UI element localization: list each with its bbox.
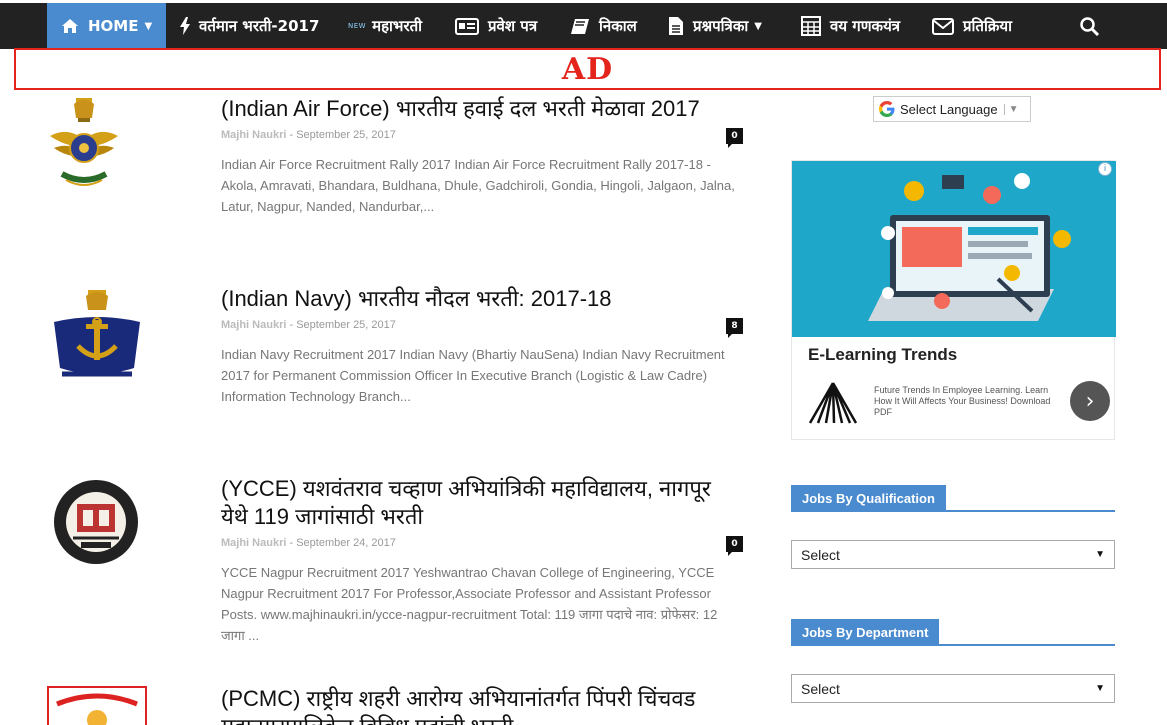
search-icon [1080, 16, 1099, 36]
ad-banner[interactable]: AD [14, 48, 1161, 90]
nav-item-label: प्रवेश पत्र [488, 17, 538, 35]
chevron-down-icon: ▼ [1095, 549, 1105, 560]
brand-logo-icon [808, 381, 858, 429]
document-icon [668, 16, 684, 36]
language-selector[interactable]: Select Language ▼ [873, 96, 1031, 122]
nav-item-question-papers[interactable]: प्रश्नपत्रिका ▼ [668, 3, 762, 49]
top-bar: HOME ▼ वर्तमान भरती-2017 NEW महाभरती प्र… [0, 0, 1167, 50]
nav-home[interactable]: HOME ▼ [47, 3, 166, 49]
elearning-illustration-icon [792, 161, 1116, 337]
college-logo-icon[interactable] [53, 476, 139, 574]
post-meta: Majhi Naukri - September 25, 2017 [221, 319, 396, 331]
envelope-icon [932, 17, 954, 35]
nav-item-label: प्रतिक्रिया [963, 17, 1012, 35]
google-g-icon [874, 101, 900, 117]
id-card-icon [455, 17, 479, 35]
post-date: September 25, 2017 [296, 319, 396, 331]
post-author[interactable]: Majhi Naukri [221, 537, 286, 549]
nav-item-label: महाभरती [372, 17, 423, 35]
post-title[interactable]: (YCCE) यशवंतराव चव्हाण अभियांत्रिकी महाव… [221, 475, 741, 531]
post-title[interactable]: (Indian Air Force) भारतीय हवाई दल भरती म… [221, 95, 741, 123]
home-icon [61, 18, 79, 34]
post-excerpt: YCCE Nagpur Recruitment 2017 Yeshwantrao… [221, 565, 718, 643]
widget-title-department: Jobs By Department [791, 619, 1115, 646]
post-title[interactable]: (PCMC) राष्ट्रीय शहरी आरोग्य अभियानांतर्… [221, 685, 741, 725]
nav-item-admit-card[interactable]: प्रवेश पत्र [455, 3, 537, 49]
qualification-select[interactable]: Select ▼ [791, 540, 1115, 569]
sidebar-ad[interactable]: i E-Learning Trends Future Trends In Emp… [791, 160, 1116, 440]
calculator-icon [801, 16, 821, 36]
post-date: September 24, 2017 [296, 537, 396, 549]
chevron-right-icon[interactable]: › [1070, 381, 1110, 421]
post-title[interactable]: (Indian Navy) भारतीय नौदल भरती: 2017-18 [221, 285, 741, 313]
nav-home-label: HOME [88, 17, 139, 35]
department-select[interactable]: Select ▼ [791, 674, 1115, 703]
nav-item-label: वय गणकयंत्र [830, 17, 901, 35]
main-navigation: HOME ▼ वर्तमान भरती-2017 NEW महाभरती प्र… [0, 3, 1167, 49]
post-author[interactable]: Majhi Naukri [221, 129, 286, 141]
air-force-emblem-icon[interactable] [48, 96, 120, 196]
post-author[interactable]: Majhi Naukri [221, 319, 286, 331]
post-meta: Majhi Naukri - September 24, 2017 [221, 537, 396, 549]
pcmc-logo-icon[interactable] [47, 686, 147, 725]
nav-item-results[interactable]: निकाल [570, 3, 637, 49]
bolt-icon [180, 17, 190, 35]
nav-item-mahabharti[interactable]: NEW महाभरती [348, 3, 422, 49]
nav-item-age-calculator[interactable]: वय गणकयंत्र [801, 3, 900, 49]
nav-item-feedback[interactable]: प्रतिक्रिया [932, 3, 1012, 49]
book-icon [570, 18, 590, 35]
nav-item-current-jobs[interactable]: वर्तमान भरती-2017 [180, 3, 319, 49]
nav-item-label: वर्तमान भरती-2017 [199, 17, 320, 35]
language-selector-label: Select Language [900, 101, 998, 117]
post-meta: Majhi Naukri - September 25, 2017 [221, 129, 396, 141]
search-button[interactable] [1080, 3, 1108, 49]
post-excerpt: Indian Navy Recruitment 2017 Indian Navy… [221, 347, 725, 404]
widget-title-qualification: Jobs By Qualification [791, 485, 1115, 512]
post-excerpt: Indian Air Force Recruitment Rally 2017 … [221, 157, 735, 214]
ad-heading[interactable]: E-Learning Trends [808, 345, 957, 365]
navy-emblem-icon[interactable] [50, 288, 144, 386]
comment-count-badge[interactable]: 0 [726, 128, 743, 148]
ad-banner-label: AD [561, 51, 614, 87]
nav-item-label: प्रश्नपत्रिका [693, 17, 749, 35]
ad-info-icon[interactable]: i [1098, 162, 1112, 176]
comment-count-badge[interactable]: 8 [726, 318, 743, 338]
ad-description: Future Trends In Employee Learning. Lear… [874, 385, 1051, 417]
chevron-down-icon: ▼ [754, 20, 762, 32]
nav-item-label: निकाल [599, 17, 637, 35]
comment-count-badge[interactable]: 0 [726, 536, 743, 556]
chevron-down-icon: ▼ [144, 20, 153, 32]
chevron-down-icon: ▼ [1003, 103, 1019, 115]
post-date: September 25, 2017 [296, 129, 396, 141]
new-tag-icon: NEW [348, 22, 367, 30]
chevron-down-icon: ▼ [1095, 683, 1105, 694]
